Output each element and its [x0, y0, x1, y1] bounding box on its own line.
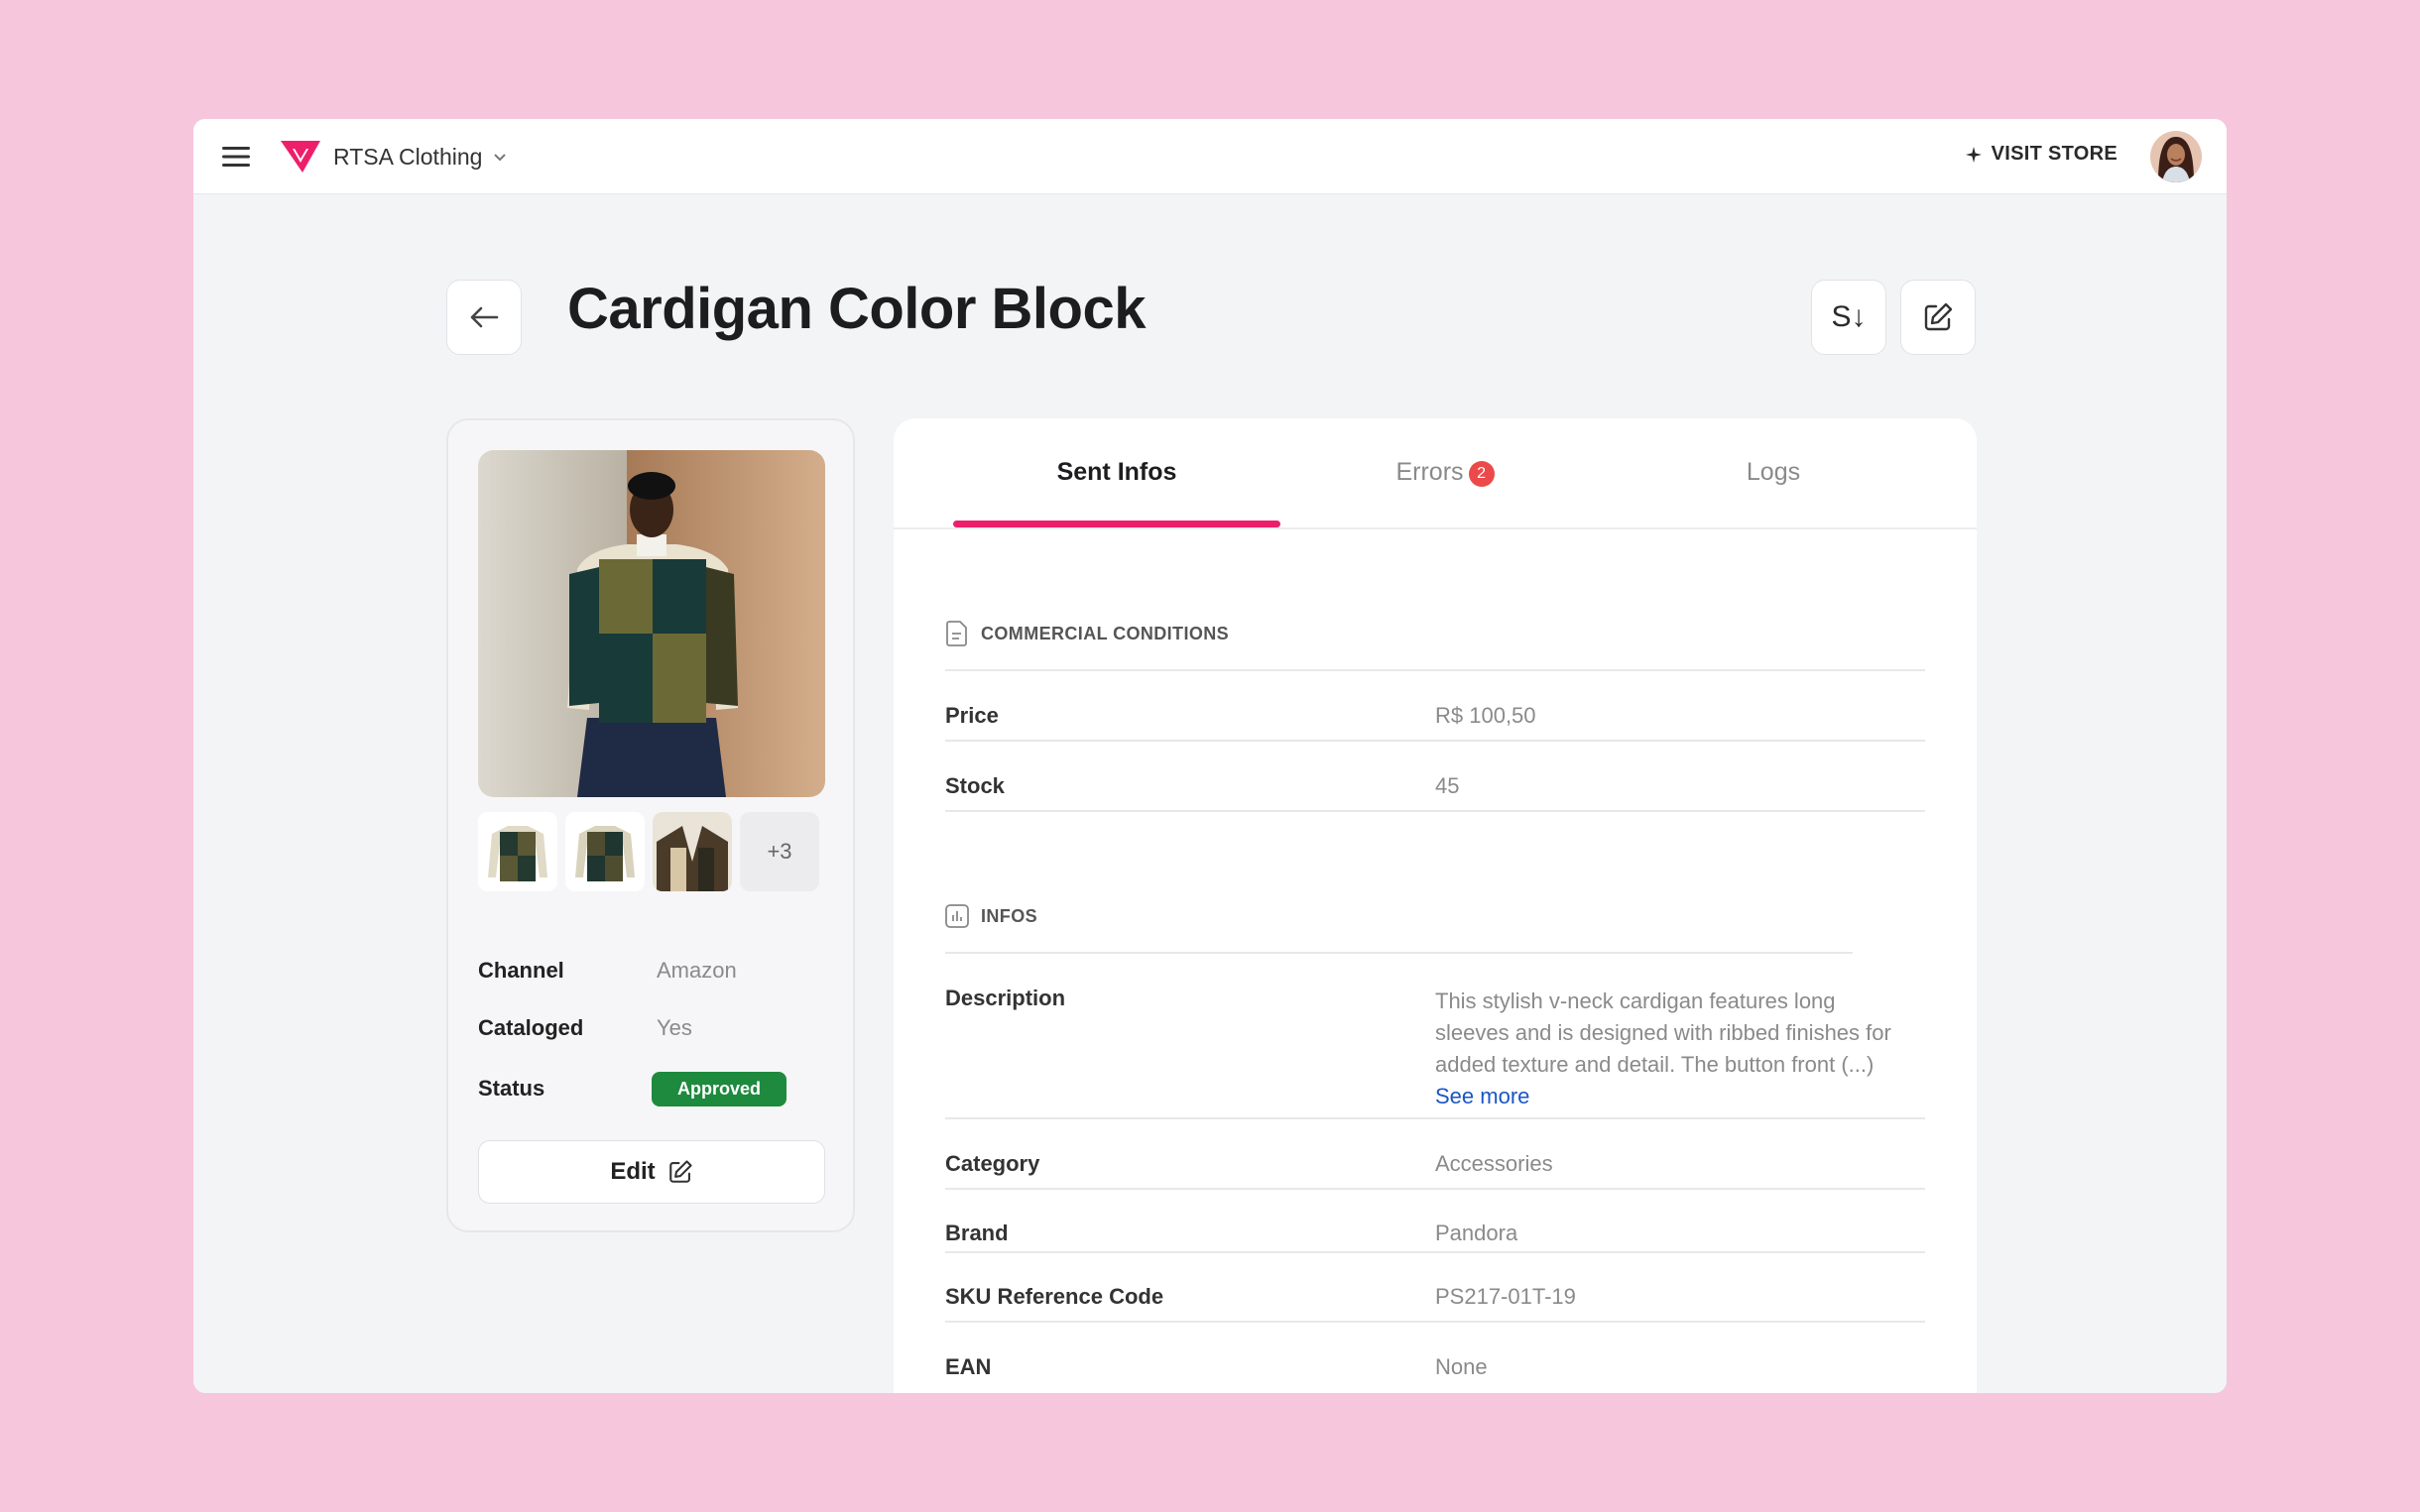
menu-icon[interactable]: [215, 137, 257, 176]
brand-logo-icon[interactable]: [281, 139, 320, 174]
back-button[interactable]: [446, 280, 522, 355]
document-icon: [946, 621, 967, 646]
tab-bar: Sent Infos Errors 2 Logs: [894, 418, 1977, 529]
price-value: R$ 100,50: [1435, 703, 1536, 728]
divider: [945, 1251, 1925, 1253]
bar-chart-icon: [945, 904, 969, 928]
divider: [945, 1188, 1925, 1190]
tab-sent-infos[interactable]: Sent Infos: [953, 458, 1280, 487]
product-thumbnail[interactable]: [653, 812, 732, 891]
channel-row: Channel Amazon: [478, 953, 825, 989]
divider: [945, 1117, 1925, 1119]
price-label: Price: [945, 703, 999, 728]
edit-button-label: Edit: [610, 1158, 656, 1185]
commercial-conditions-heading: COMMERCIAL CONDITIONS: [945, 621, 1229, 646]
visit-store-label: VISIT STORE: [1991, 143, 2118, 165]
tab-logs[interactable]: Logs: [1610, 458, 1937, 487]
sort-button[interactable]: S↓: [1811, 280, 1886, 355]
stock-value: 45: [1435, 773, 1460, 798]
commercial-conditions-title: COMMERCIAL CONDITIONS: [981, 623, 1230, 643]
tab-errors[interactable]: Errors 2: [1281, 458, 1609, 487]
brand-label: Brand: [945, 1221, 1009, 1245]
description-text: This stylish v-neck cardigan features lo…: [1435, 986, 1931, 1112]
sku-value: PS217-01T-19: [1435, 1284, 1576, 1309]
channel-label: Channel: [478, 958, 564, 983]
cataloged-value: Yes: [657, 1015, 692, 1040]
sku-label: SKU Reference Code: [945, 1284, 1164, 1309]
edit-icon: [1924, 302, 1953, 331]
sparkle-icon: [1965, 146, 1982, 163]
divider: [945, 810, 1925, 812]
edit-icon: [668, 1160, 692, 1183]
divider: [945, 669, 1925, 671]
category-label: Category: [945, 1151, 1040, 1176]
error-count-badge: 2: [1468, 461, 1495, 487]
top-bar: RTSA Clothing VISIT STORE: [193, 119, 2227, 194]
category-value: Accessories: [1435, 1151, 1553, 1176]
store-name[interactable]: RTSA Clothing: [333, 144, 482, 171]
cataloged-label: Cataloged: [478, 1015, 584, 1040]
arrow-left-icon: [470, 306, 499, 328]
infos-heading: INFOS: [945, 904, 1037, 928]
channel-value: Amazon: [657, 958, 737, 983]
description-row: Description This stylish v-neck cardigan…: [945, 986, 1925, 1108]
visit-store-button[interactable]: VISIT STORE: [1965, 143, 2118, 166]
status-row: Status Approved: [478, 1071, 825, 1106]
product-main-image[interactable]: [478, 450, 825, 797]
divider: [945, 740, 1925, 742]
edit-button[interactable]: Edit: [478, 1140, 825, 1204]
ean-value: None: [1435, 1354, 1488, 1379]
status-label: Status: [478, 1076, 545, 1101]
chevron-down-icon[interactable]: [492, 150, 508, 166]
stock-label: Stock: [945, 773, 1005, 798]
app-window: RTSA Clothing VISIT STORE Cardigan Color…: [193, 119, 2227, 1393]
status-badge: Approved: [652, 1071, 787, 1106]
brand-value: Pandora: [1435, 1221, 1518, 1245]
active-tab-indicator: [953, 521, 1280, 527]
divider: [945, 1321, 1925, 1323]
ean-label: EAN: [945, 1354, 992, 1379]
see-more-link[interactable]: See more: [1435, 1081, 1931, 1112]
product-thumbnail[interactable]: [565, 812, 645, 891]
avatar[interactable]: [2150, 131, 2202, 182]
tab-errors-label: Errors: [1395, 458, 1464, 486]
product-summary-card: +3 Channel Amazon Cataloged Yes Status A…: [446, 418, 855, 1232]
description-label: Description: [945, 986, 1066, 1010]
edit-icon-button[interactable]: [1900, 280, 1976, 355]
product-thumbnail[interactable]: [478, 812, 557, 891]
more-images-button[interactable]: +3: [740, 812, 819, 891]
page-title: Cardigan Color Block: [567, 277, 1146, 341]
divider: [945, 952, 1853, 954]
cataloged-row: Cataloged Yes: [478, 1010, 825, 1046]
infos-title: INFOS: [981, 905, 1038, 926]
product-details-card: Sent Infos Errors 2 Logs COMMERCIAL CONDI…: [894, 418, 1977, 1393]
